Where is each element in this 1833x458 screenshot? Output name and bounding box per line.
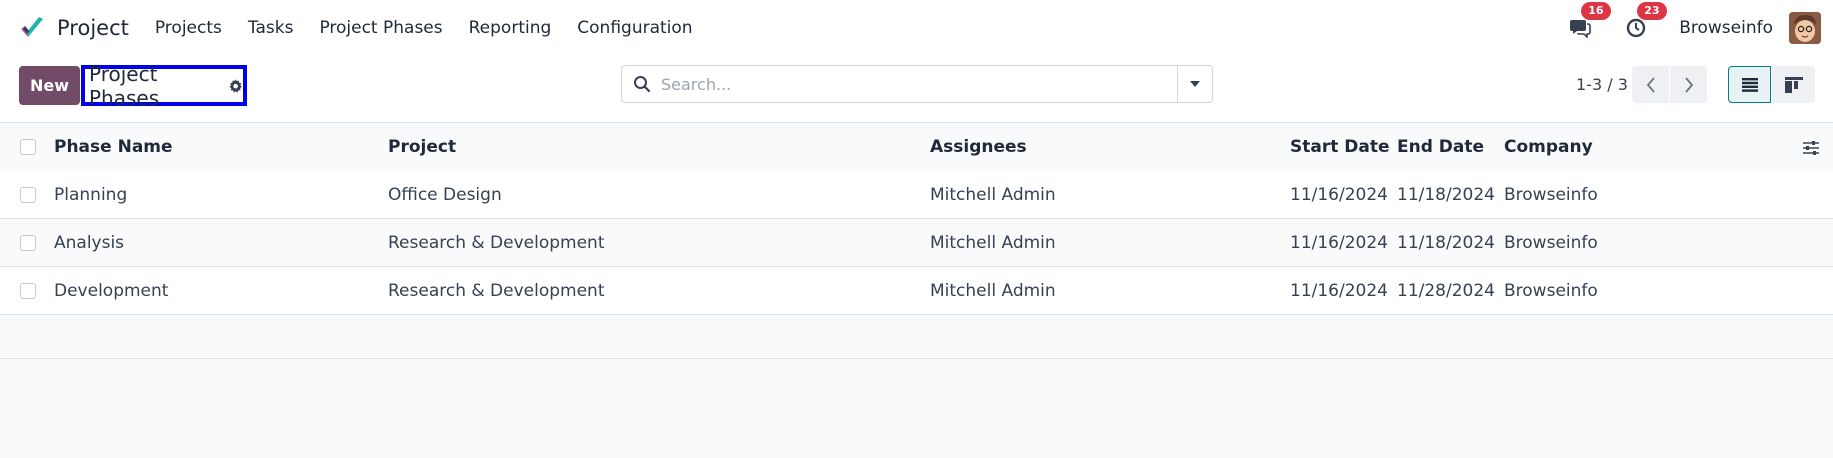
cell-phase-name: Analysis <box>54 232 125 253</box>
table-row[interactable]: Planning Office Design Mitchell Admin 11… <box>0 171 1833 219</box>
table-row[interactable]: Analysis Research & Development Mitchell… <box>0 219 1833 267</box>
cell-end-date: 11/28/2024 <box>1397 280 1495 301</box>
cell-phase-name: Planning <box>54 184 128 205</box>
pager-previous-button[interactable] <box>1632 66 1669 103</box>
activities-button[interactable]: 23 <box>1623 1 1667 41</box>
caret-down-icon <box>1190 81 1200 87</box>
column-header-phase-name[interactable]: Phase Name <box>54 137 173 157</box>
cell-assignees: Mitchell Admin <box>930 184 1056 205</box>
kanban-view-button[interactable] <box>1772 66 1815 103</box>
messaging-button[interactable]: 16 <box>1567 1 1611 41</box>
table-footer <box>0 315 1833 359</box>
breadcrumb: Project Phases <box>81 62 247 110</box>
main-menu: Projects Tasks Project Phases Reporting … <box>142 18 706 38</box>
company-switcher[interactable]: Browseinfo <box>1679 18 1773 38</box>
row-checkbox[interactable] <box>20 234 36 251</box>
column-header-project[interactable]: Project <box>388 137 456 157</box>
cell-assignees: Mitchell Admin <box>930 232 1056 253</box>
list-icon <box>1741 77 1758 92</box>
search-options-toggle[interactable] <box>1177 66 1212 102</box>
row-checkbox[interactable] <box>20 282 36 299</box>
cell-company: Browseinfo <box>1504 280 1598 301</box>
table-row[interactable]: Development Research & Development Mitch… <box>0 267 1833 315</box>
cell-assignees: Mitchell Admin <box>930 280 1056 301</box>
app-brand[interactable]: Project <box>19 15 129 41</box>
column-header-assignees[interactable]: Assignees <box>930 137 1027 157</box>
page-title: Project Phases <box>89 61 160 110</box>
top-navbar: Project Projects Tasks Project Phases Re… <box>0 0 1833 55</box>
avatar-face-icon <box>1789 11 1821 44</box>
pager-next-button[interactable] <box>1670 66 1707 103</box>
cell-project: Research & Development <box>388 280 605 301</box>
table-header: Phase Name Project Assignees Start Date … <box>0 123 1833 171</box>
gear-icon[interactable] <box>228 78 243 94</box>
chat-icon <box>1570 19 1592 38</box>
search-input[interactable] <box>661 74 1177 94</box>
activities-badge: 23 <box>1637 1 1667 20</box>
menu-projects[interactable]: Projects <box>142 18 235 38</box>
cell-project: Research & Development <box>388 232 605 253</box>
systray: 16 23 Browseinfo <box>1567 1 1821 44</box>
cell-start-date: 11/16/2024 <box>1290 184 1388 205</box>
cell-start-date: 11/16/2024 <box>1290 280 1388 301</box>
list-view-button[interactable] <box>1728 66 1771 103</box>
search-bar <box>621 65 1213 103</box>
optional-columns-icon[interactable] <box>1802 139 1820 157</box>
kanban-icon <box>1784 76 1803 93</box>
cell-company: Browseinfo <box>1504 232 1598 253</box>
chevron-right-icon <box>1684 76 1693 93</box>
messages-badge: 16 <box>1581 1 1611 20</box>
search-icon <box>634 76 651 93</box>
cell-project: Office Design <box>388 184 502 205</box>
cell-end-date: 11/18/2024 <box>1397 184 1495 205</box>
pager-value[interactable]: 1-3 / 3 <box>1576 75 1628 94</box>
control-panel: New Project Phases 1-3 / 3 <box>0 55 1833 123</box>
select-all-checkbox[interactable] <box>20 139 36 155</box>
column-header-start-date[interactable]: Start Date <box>1290 137 1390 157</box>
cell-phase-name: Development <box>54 280 169 301</box>
app-name: Project <box>57 15 129 40</box>
row-checkbox[interactable] <box>20 186 36 203</box>
column-header-company[interactable]: Company <box>1504 137 1593 157</box>
phases-list: Phase Name Project Assignees Start Date … <box>0 123 1833 359</box>
column-header-end-date[interactable]: End Date <box>1397 137 1484 157</box>
clock-icon <box>1627 18 1646 37</box>
cell-end-date: 11/18/2024 <box>1397 232 1495 253</box>
chevron-left-icon <box>1646 76 1655 93</box>
cell-start-date: 11/16/2024 <box>1290 232 1388 253</box>
menu-configuration[interactable]: Configuration <box>564 18 705 38</box>
cell-company: Browseinfo <box>1504 184 1598 205</box>
menu-reporting[interactable]: Reporting <box>456 18 565 38</box>
user-avatar[interactable] <box>1789 11 1821 44</box>
menu-tasks[interactable]: Tasks <box>235 18 307 38</box>
project-logo-icon <box>21 16 43 37</box>
new-button[interactable]: New <box>19 66 80 105</box>
menu-project-phases[interactable]: Project Phases <box>306 18 455 38</box>
